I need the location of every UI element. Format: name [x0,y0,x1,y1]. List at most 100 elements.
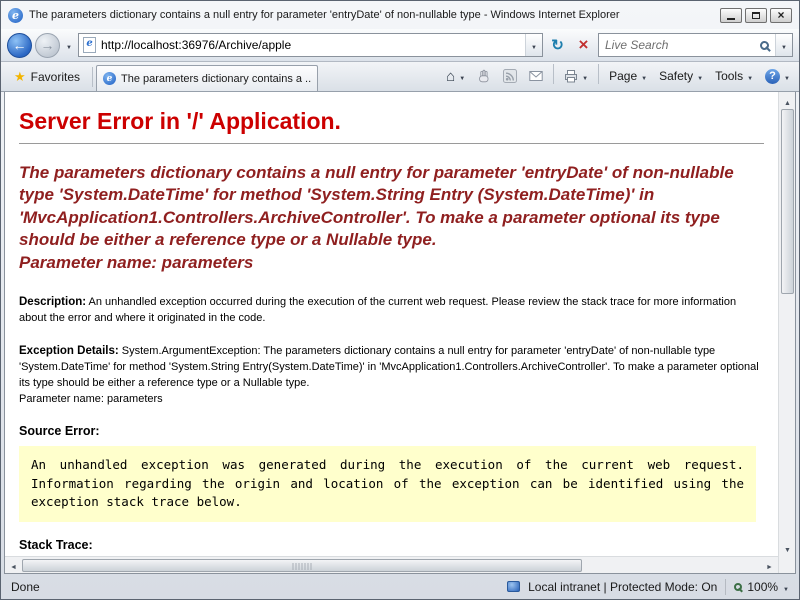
horizontal-scroll-thumb[interactable] [22,559,582,572]
address-input[interactable] [101,34,525,56]
description-text: An unhandled exception occurred during t… [19,296,736,324]
scroll-down-button[interactable] [779,539,796,556]
chevron-down-icon [66,36,72,54]
stack-trace-label: Stack Trace: [19,538,764,552]
mail-icon [529,70,543,82]
safety-menu-button[interactable]: Safety [654,64,708,88]
arrow-right-icon [766,556,773,574]
mail-button[interactable] [524,64,548,88]
zoom-control[interactable]: 100% [734,580,789,594]
source-error-label: Source Error: [19,424,764,438]
network-zone-icon [507,581,520,592]
status-text: Done [11,580,40,594]
back-button[interactable] [7,33,32,58]
vertical-scroll-thumb[interactable] [781,109,794,294]
minimize-button[interactable] [720,8,742,23]
arrow-left-icon [10,556,17,574]
forward-button[interactable] [35,33,60,58]
chevron-down-icon [641,69,647,83]
separator [725,579,726,595]
recent-pages-dropdown[interactable] [63,34,75,56]
maximize-button[interactable] [745,8,767,23]
window-title: The parameters dictionary contains a nul… [29,9,714,21]
title-bar: The parameters dictionary contains a nul… [1,1,799,29]
refresh-button[interactable] [546,33,569,57]
hand-button[interactable] [472,64,496,88]
address-dropdown-button[interactable] [525,34,542,56]
search-box[interactable] [598,33,793,57]
content-region: Server Error in '/' Application. The par… [4,92,796,574]
chevron-down-icon [459,69,465,83]
chevron-down-icon [781,36,787,54]
description-paragraph: Description: An unhandled exception occu… [19,294,764,327]
help-menu-button[interactable] [760,64,795,88]
tools-menu-label: Tools [715,69,743,83]
page-title: Server Error in '/' Application. [19,108,764,135]
navigation-bar [1,29,799,62]
favorites-label: Favorites [31,70,80,84]
scrollbar-corner [779,556,796,573]
window-controls [720,8,792,23]
separator [598,64,599,84]
divider [19,143,764,144]
security-zone-text: Local intranet | Protected Mode: On [528,580,717,594]
chevron-down-icon [531,36,537,54]
command-bar: Favorites The parameters dictionary cont… [1,62,799,92]
ie-icon [8,8,23,23]
description-label: Description: [19,296,86,308]
feeds-icon [503,69,517,83]
parameter-name-line: Parameter name: parameters [19,252,764,274]
hand-icon [477,69,491,83]
close-icon [777,6,784,24]
error-message: The parameters dictionary contains a nul… [19,162,764,252]
printer-icon [564,69,578,83]
exception-details-paragraph: Exception Details: System.ArgumentExcept… [19,343,764,408]
maximize-icon [752,12,760,19]
minimize-icon [727,18,735,20]
page-menu-label: Page [609,69,637,83]
page-column: Server Error in '/' Application. The par… [5,92,778,573]
scroll-up-button[interactable] [779,92,796,109]
zoom-level: 100% [747,580,778,594]
page-icon [83,37,96,53]
error-page: Server Error in '/' Application. The par… [5,92,778,556]
arrow-down-icon [784,539,791,557]
feeds-button[interactable] [498,64,522,88]
safety-menu-label: Safety [659,69,693,83]
source-error-box: An unhandled exception was generated dur… [19,446,756,522]
scroll-right-button[interactable] [761,557,778,574]
horizontal-scrollbar[interactable] [5,556,778,573]
status-bar: Done Local intranet | Protected Mode: On… [1,574,799,599]
favorites-button[interactable]: Favorites [5,65,89,89]
separator [553,64,554,84]
arrow-up-icon [784,92,791,110]
zoom-icon [734,583,742,591]
exception-details-text: System.ArgumentException: The parameters… [19,345,759,405]
print-button[interactable] [559,64,593,88]
home-button[interactable] [441,64,470,88]
search-icon [760,41,769,50]
help-icon [765,69,780,84]
tab-title: The parameters dictionary contains a ... [121,73,311,85]
chevron-down-icon [784,69,790,83]
address-bar[interactable] [78,33,543,57]
separator [92,67,93,87]
ie-icon [103,72,116,85]
close-button[interactable] [770,8,792,23]
star-icon [14,69,26,85]
browser-window: The parameters dictionary contains a nul… [0,0,800,600]
stop-button[interactable] [572,33,595,57]
page-menu-button[interactable]: Page [604,64,652,88]
search-options-dropdown[interactable] [775,34,792,56]
exception-details-label: Exception Details: [19,345,119,357]
search-input[interactable] [605,34,760,56]
home-icon [446,68,455,85]
tools-menu-button[interactable]: Tools [710,64,758,88]
scroll-track[interactable] [779,294,795,539]
vertical-scrollbar[interactable] [778,92,795,573]
chevron-down-icon [697,69,703,83]
browser-tab[interactable]: The parameters dictionary contains a ... [96,65,318,91]
chevron-down-icon [747,69,753,83]
scroll-left-button[interactable] [5,557,22,574]
command-buttons: Page Safety Tools [441,63,795,89]
